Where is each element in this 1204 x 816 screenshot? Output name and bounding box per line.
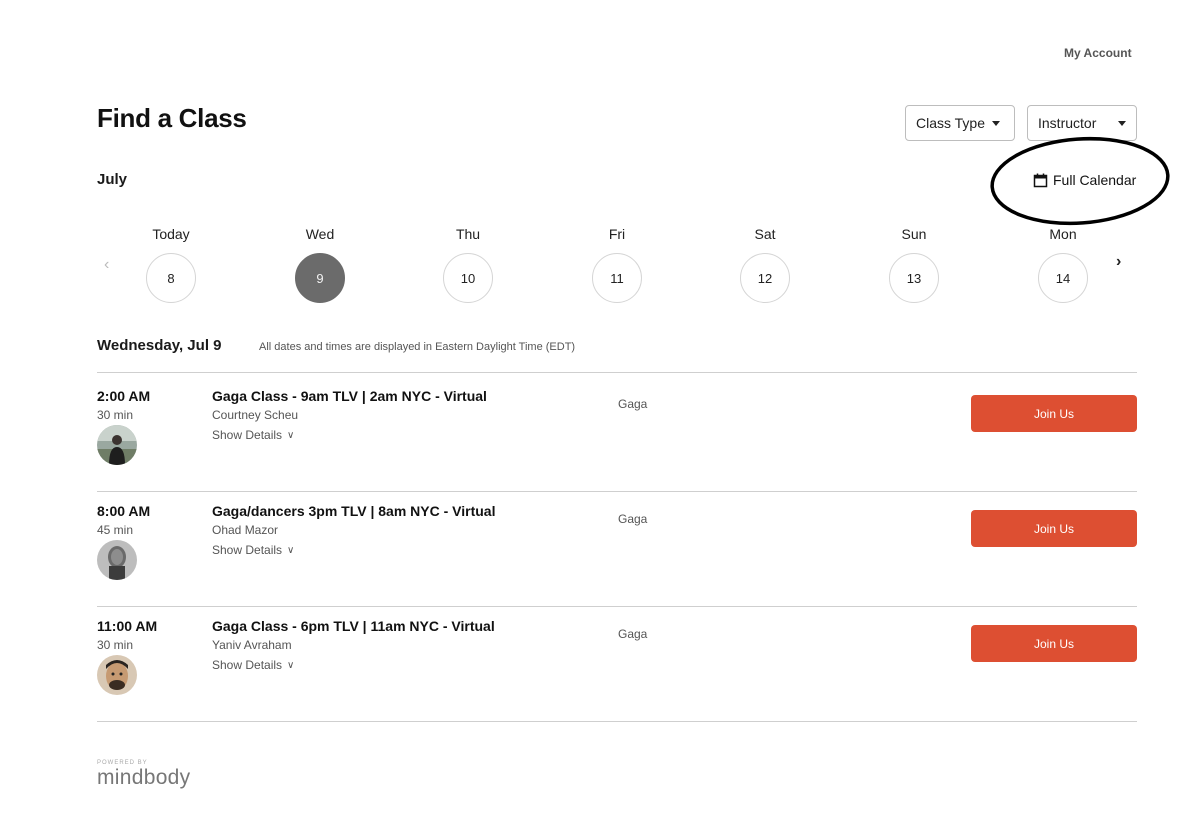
show-details-label: Show Details [212, 543, 283, 557]
full-calendar-link[interactable]: Full Calendar [1033, 172, 1136, 188]
show-details-toggle[interactable]: Show Details ∨ [212, 658, 294, 672]
class-duration: 45 min [97, 523, 134, 537]
day-number[interactable]: 11 [592, 253, 642, 303]
class-row: 8:00 AM 45 min Gaga/dancers 3pm TLV | 8am … [97, 503, 1137, 618]
class-duration: 30 min [97, 408, 134, 422]
instructor-avatar[interactable] [97, 425, 137, 465]
class-duration: 30 min [97, 638, 134, 652]
mindbody-logo: mindbody [97, 766, 191, 789]
instructor-filter[interactable]: Instructor [1027, 105, 1137, 141]
instructor-avatar[interactable] [97, 655, 137, 695]
chevron-down-icon: ∨ [287, 429, 295, 441]
day-number[interactable]: 14 [1038, 253, 1088, 303]
day-label: Thu [455, 226, 481, 242]
class-time: 11:00 AM [97, 618, 158, 634]
join-us-button[interactable]: Join Us [971, 395, 1137, 432]
class-time: 8:00 AM [97, 503, 151, 519]
calendar-icon [1033, 173, 1048, 187]
class-row: 2:00 AM 30 min Gaga Class - 9am TLV | 2am … [97, 388, 1137, 503]
show-details-label: Show Details [212, 428, 283, 442]
day-label: Today [152, 226, 190, 242]
class-title[interactable]: Gaga Class - 6pm TLV | 11am NYC - Virtua… [212, 618, 495, 634]
day-label: Fri [608, 226, 626, 242]
day-number[interactable]: 12 [740, 253, 790, 303]
show-details-toggle[interactable]: Show Details ∨ [212, 543, 294, 557]
day-label: Mon [1049, 226, 1077, 242]
caret-down-icon [1118, 120, 1126, 126]
full-calendar-label: Full Calendar [1053, 172, 1137, 188]
timezone-note: All dates and times are displayed in Eas… [259, 341, 576, 353]
day-number[interactable]: 9 [295, 253, 345, 303]
class-row: 11:00 AM 30 min Gaga Class - 6pm TLV | 11a… [97, 618, 1137, 733]
chevron-left-icon[interactable]: ‹ [104, 256, 109, 274]
instructor-name[interactable]: Ohad Mazor [212, 523, 278, 537]
divider [97, 372, 1137, 373]
chevron-right-icon[interactable]: › [1116, 253, 1121, 271]
day-today[interactable]: Today 8 [141, 226, 201, 303]
class-category: Gaga [618, 512, 648, 526]
day-label: Sun [901, 226, 927, 242]
day-number[interactable]: 8 [146, 253, 196, 303]
show-details-label: Show Details [212, 658, 283, 672]
class-title[interactable]: Gaga Class - 9am TLV | 2am NYC - Virtual [212, 388, 487, 404]
chevron-down-icon: ∨ [287, 659, 295, 671]
day-fri[interactable]: Fri 11 [587, 226, 647, 303]
class-time: 2:00 AM [97, 388, 151, 404]
caret-down-icon [992, 120, 1000, 126]
class-title[interactable]: Gaga/dancers 3pm TLV | 8am NYC - Virtual [212, 503, 496, 519]
day-label: Sat [754, 226, 776, 242]
instructor-name[interactable]: Courtney Scheu [212, 408, 298, 422]
instructor-label: Instructor [1038, 115, 1097, 131]
class-type-filter[interactable]: Class Type [905, 105, 1015, 141]
day-number[interactable]: 10 [443, 253, 493, 303]
day-number[interactable]: 13 [889, 253, 939, 303]
day-wed[interactable]: Wed 9 [290, 226, 350, 303]
month-label: July [97, 171, 128, 188]
page-title: Find a Class [97, 103, 247, 133]
instructor-name[interactable]: Yaniv Avraham [212, 638, 292, 652]
selected-date-heading: Wednesday, Jul 9 [97, 337, 222, 354]
join-us-button[interactable]: Join Us [971, 625, 1137, 662]
class-type-label: Class Type [916, 115, 985, 131]
divider [97, 491, 1137, 492]
divider [97, 721, 1137, 722]
day-label: Wed [305, 226, 335, 242]
class-category: Gaga [618, 397, 648, 411]
day-mon[interactable]: Mon 14 [1033, 226, 1093, 303]
day-sun[interactable]: Sun 13 [884, 226, 944, 303]
class-category: Gaga [618, 627, 648, 641]
join-us-button[interactable]: Join Us [971, 510, 1137, 547]
instructor-avatar[interactable] [97, 540, 137, 580]
show-details-toggle[interactable]: Show Details ∨ [212, 428, 294, 442]
my-account-link[interactable]: My Account [1064, 46, 1132, 60]
day-sat[interactable]: Sat 12 [735, 226, 795, 303]
divider [97, 606, 1137, 607]
chevron-down-icon: ∨ [287, 544, 295, 556]
day-thu[interactable]: Thu 10 [438, 226, 498, 303]
